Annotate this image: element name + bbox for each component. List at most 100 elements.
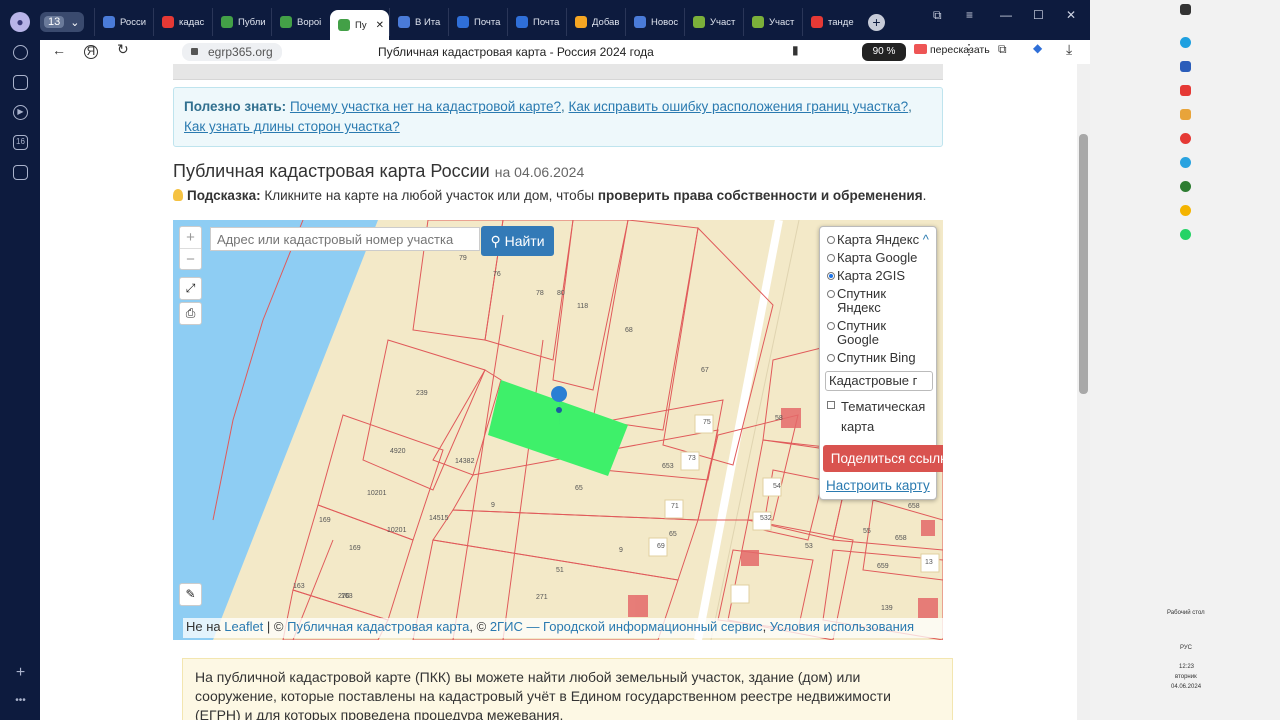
kebab-menu-icon[interactable]: ⋮: [962, 41, 976, 58]
tab-0[interactable]: Росси: [94, 8, 153, 36]
info-link-side-lengths[interactable]: Как узнать длины сторон участка?: [184, 119, 400, 134]
layer-google-map[interactable]: Карта Google: [825, 251, 931, 265]
bookmark-icon[interactable]: ▮: [792, 43, 799, 57]
app-icon[interactable]: [1180, 181, 1191, 192]
collapse-icon[interactable]: ^: [923, 232, 929, 247]
road-edge: [710, 220, 800, 640]
more-icon[interactable]: •••: [13, 695, 28, 710]
print-icon[interactable]: ⎙: [179, 302, 202, 325]
collections-icon[interactable]: ⧉: [998, 42, 1007, 57]
tab-close-icon[interactable]: ✕: [376, 20, 384, 31]
scrollbar-thumb[interactable]: [1079, 134, 1088, 394]
tab-7[interactable]: Почта: [507, 8, 566, 36]
minimize-icon[interactable]: —: [1000, 8, 1012, 22]
parcel-number: 163: [341, 593, 353, 600]
tab-5[interactable]: В Ита: [389, 8, 448, 36]
tab-8[interactable]: Добав: [566, 8, 625, 36]
retell-button[interactable]: пересказать: [914, 44, 990, 56]
layer-yandex-satellite[interactable]: Спутник Яндекс: [825, 287, 931, 315]
history-icon[interactable]: [13, 45, 28, 60]
downloads-icon[interactable]: ⤓: [1066, 41, 1072, 58]
back-icon[interactable]: ←: [52, 42, 66, 58]
layer-bing-satellite[interactable]: Спутник Bing: [825, 351, 931, 365]
parcel-number: 65: [575, 485, 583, 492]
clock-time[interactable]: 12:23: [1179, 664, 1194, 670]
screenshot-icon[interactable]: [13, 165, 28, 180]
new-tab-button[interactable]: +: [868, 14, 885, 31]
2gis-link[interactable]: 2ГИС — Городской информационный сервис: [490, 619, 763, 634]
layer-google-satellite[interactable]: Спутник Google: [825, 319, 931, 347]
parcel-number: 71: [671, 503, 679, 510]
tab-favicon-icon: [575, 16, 587, 28]
zoom-in-button[interactable]: +: [180, 227, 201, 248]
tab-12[interactable]: танде: [802, 8, 861, 36]
map-search-input[interactable]: [210, 227, 480, 251]
windows-icon[interactable]: [1180, 4, 1191, 15]
layer-2gis-map[interactable]: Карта 2GIS: [825, 269, 931, 283]
tab-favicon-icon: [398, 16, 410, 28]
telegram-icon[interactable]: [1180, 157, 1191, 168]
page-title-text: Публичная кадастровая карта России: [173, 161, 490, 181]
extension-icon[interactable]: ◆: [1033, 41, 1042, 55]
terms-link[interactable]: Условия использования: [770, 619, 914, 634]
hint-bold: проверить права собственности и обремене…: [597, 188, 923, 203]
tab-count-button[interactable]: 13 ⌄: [40, 12, 84, 32]
parcel-number: 14382: [455, 458, 475, 465]
layer-label: Спутник Яндекс: [837, 286, 887, 315]
configure-map-link[interactable]: Настроить карту: [826, 478, 930, 493]
reload-icon[interactable]: ↻: [117, 41, 129, 58]
tabs-icon[interactable]: ⧉: [933, 8, 942, 23]
video-icon[interactable]: ▶: [13, 105, 28, 120]
tab-10[interactable]: Участ: [684, 8, 743, 36]
find-button[interactable]: ⚲ Найти: [481, 226, 554, 256]
layer-yandex-map[interactable]: Карта Яндекс ^: [825, 233, 931, 247]
edge-icon[interactable]: [1180, 37, 1191, 48]
tab-2[interactable]: Публи: [212, 8, 271, 36]
tab-label: Вороі: [297, 16, 322, 28]
pkk-link[interactable]: Публичная кадастровая карта: [287, 619, 469, 634]
sidebar: ▶ 16 + •••: [0, 40, 40, 720]
cadastral-map[interactable]: 76 79 78 80 118 68 67 239 75 58 4920 14382 653 73 1020…: [173, 220, 943, 640]
whatsapp-icon[interactable]: [1180, 229, 1191, 240]
overlay-select[interactable]: Кадастровые г: [825, 371, 933, 391]
address-bar[interactable]: egrp365.org: [182, 43, 282, 61]
tab-11[interactable]: Участ: [743, 8, 802, 36]
tab-3[interactable]: Вороі: [271, 8, 330, 36]
share-link-button[interactable]: Поделиться ссылкой: [823, 445, 943, 472]
parcel-number: 271: [536, 594, 548, 601]
language-indicator[interactable]: РУС: [1180, 645, 1192, 651]
explorer-icon[interactable]: [1180, 109, 1191, 120]
leaflet-link[interactable]: Leaflet: [224, 619, 263, 634]
tab-6[interactable]: Почта: [448, 8, 507, 36]
yandex-icon[interactable]: Я: [84, 45, 98, 59]
ruler-icon[interactable]: ✎: [179, 583, 202, 606]
radio-icon: [827, 236, 835, 244]
tab-favicon-icon: [162, 16, 174, 28]
calendar-icon[interactable]: 16: [13, 135, 28, 150]
menu-icon[interactable]: ≡: [966, 8, 973, 22]
browser-window: ● 13 ⌄ Росси кадас Публи Вороі Пу ✕ В Ита Почта П…: [0, 0, 1090, 720]
tab-1[interactable]: кадас: [153, 8, 212, 36]
close-icon[interactable]: ✕: [1066, 8, 1076, 22]
thematic-checkbox[interactable]: Тематическая карта: [825, 397, 931, 437]
yandex-browser-icon[interactable]: [1180, 85, 1191, 96]
word-icon[interactable]: [1180, 61, 1191, 72]
parcel-number: 53: [805, 543, 813, 550]
fullscreen-icon[interactable]: ⤢: [179, 277, 202, 300]
scrollbar[interactable]: [1077, 64, 1090, 720]
zoom-indicator[interactable]: 90 %: [862, 43, 906, 61]
add-panel-icon[interactable]: +: [13, 665, 28, 682]
tab-9[interactable]: Новос: [625, 8, 684, 36]
chrome-icon[interactable]: [1180, 205, 1191, 216]
info-link-fix-borders[interactable]: Как исправить ошибку расположения границ…: [569, 99, 909, 114]
tab-4[interactable]: Пу ✕: [330, 10, 389, 40]
notes-icon[interactable]: [13, 75, 28, 90]
info-link-no-parcel[interactable]: Почему участка нет на кадастровой карте?: [290, 99, 561, 114]
attribution-prefix: Не на: [186, 619, 221, 634]
maximize-icon[interactable]: ☐: [1033, 8, 1044, 22]
yandex-icon[interactable]: [1180, 133, 1191, 144]
profile-avatar[interactable]: ●: [10, 12, 30, 32]
radio-icon: [827, 290, 835, 298]
radio-selected-icon: [827, 272, 835, 280]
zoom-out-button[interactable]: −: [180, 248, 201, 269]
